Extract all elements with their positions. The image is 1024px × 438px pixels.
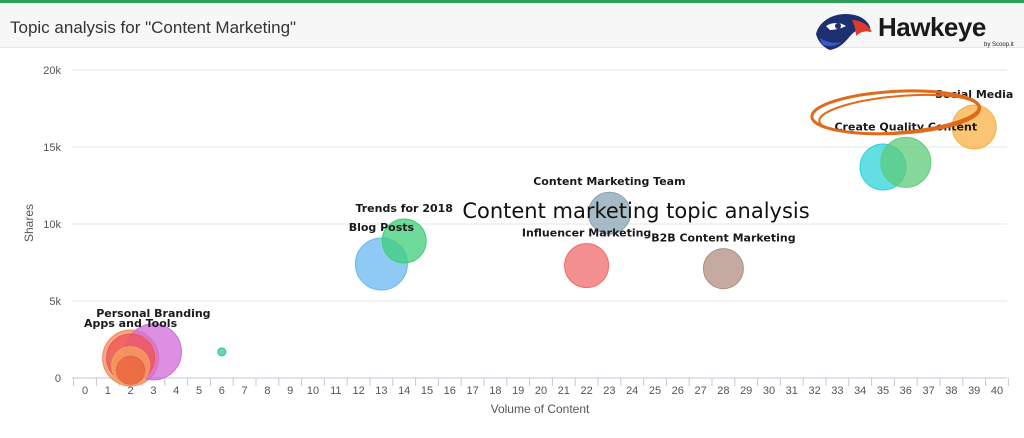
bubble-label: Content Marketing Team — [533, 175, 685, 188]
x-tick-label: 0 — [82, 385, 88, 397]
x-tick-label: 28 — [717, 385, 729, 397]
x-tick-label: 23 — [603, 385, 615, 397]
x-tick-label: 7 — [242, 385, 248, 397]
y-tick-label: 10k — [43, 219, 61, 231]
x-tick-label: 35 — [877, 385, 889, 397]
bubble — [880, 136, 932, 188]
x-tick-label: 21 — [558, 385, 570, 397]
x-tick-label: 13 — [375, 385, 387, 397]
x-tick-label: 20 — [535, 385, 547, 397]
x-tick-label: 9 — [287, 385, 293, 397]
x-tick-label: 14 — [398, 385, 410, 397]
x-tick-label: 6 — [219, 385, 225, 397]
x-tick-label: 8 — [264, 385, 270, 397]
y-tick-label: 20k — [43, 65, 61, 77]
bubble — [116, 355, 146, 385]
x-tick-label: 36 — [900, 385, 912, 397]
bubble-label: Blog Posts — [349, 221, 415, 234]
bubble — [564, 243, 610, 289]
overlay-caption: Content marketing topic analysis — [462, 199, 809, 223]
x-tick-label: 38 — [945, 385, 957, 397]
x-tick-label: 40 — [991, 385, 1003, 397]
x-tick-label: 17 — [466, 385, 478, 397]
x-tick-label: 19 — [512, 385, 524, 397]
x-tick-label: 16 — [444, 385, 456, 397]
x-tick-label: 15 — [421, 385, 433, 397]
bubble-label: Apps and Tools — [84, 317, 178, 330]
x-tick-label: 18 — [489, 385, 501, 397]
x-tick-label: 26 — [672, 385, 684, 397]
x-tick-label: 11 — [330, 385, 341, 397]
x-tick-label: 29 — [740, 385, 752, 397]
x-tick-label: 25 — [649, 385, 661, 397]
y-tick-label: 5k — [49, 296, 61, 308]
x-axis-title: Volume of Content — [491, 402, 590, 416]
bubble-label: B2B Content Marketing — [651, 232, 795, 245]
bubble — [702, 248, 744, 290]
x-tick-label: 2 — [128, 385, 134, 397]
x-tick-label: 33 — [831, 385, 843, 397]
y-axis-title: Shares — [22, 204, 36, 242]
x-tick-label: 34 — [854, 385, 866, 397]
x-tick-label: 31 — [786, 385, 798, 397]
y-tick-label: 0 — [55, 373, 61, 385]
x-tick-label: 30 — [763, 385, 775, 397]
x-tick-label: 12 — [352, 385, 364, 397]
x-tick-label: 27 — [694, 385, 706, 397]
x-tick-label: 22 — [580, 385, 592, 397]
x-tick-label: 39 — [968, 385, 980, 397]
x-tick-label: 5 — [196, 385, 202, 397]
x-tick-label: 32 — [808, 385, 820, 397]
bubble-label: Trends for 2018 — [355, 202, 452, 215]
bubble-chart: 05k10k15k20k0 1 2 3 4 5 6 7 8 9 10 11 12 13 14 15 16 17 18… — [22, 65, 1013, 416]
x-tick-label: 1 — [105, 385, 111, 397]
y-tick-label: 15k — [43, 142, 61, 154]
x-tick-label: 3 — [150, 385, 156, 397]
x-tick-label: 24 — [626, 385, 638, 397]
x-tick-label: 10 — [307, 385, 319, 397]
x-tick-label: 37 — [922, 385, 934, 397]
bubble-label: Influencer Marketing — [522, 227, 651, 240]
x-tick-label: 4 — [173, 385, 179, 397]
bubble — [217, 347, 227, 357]
